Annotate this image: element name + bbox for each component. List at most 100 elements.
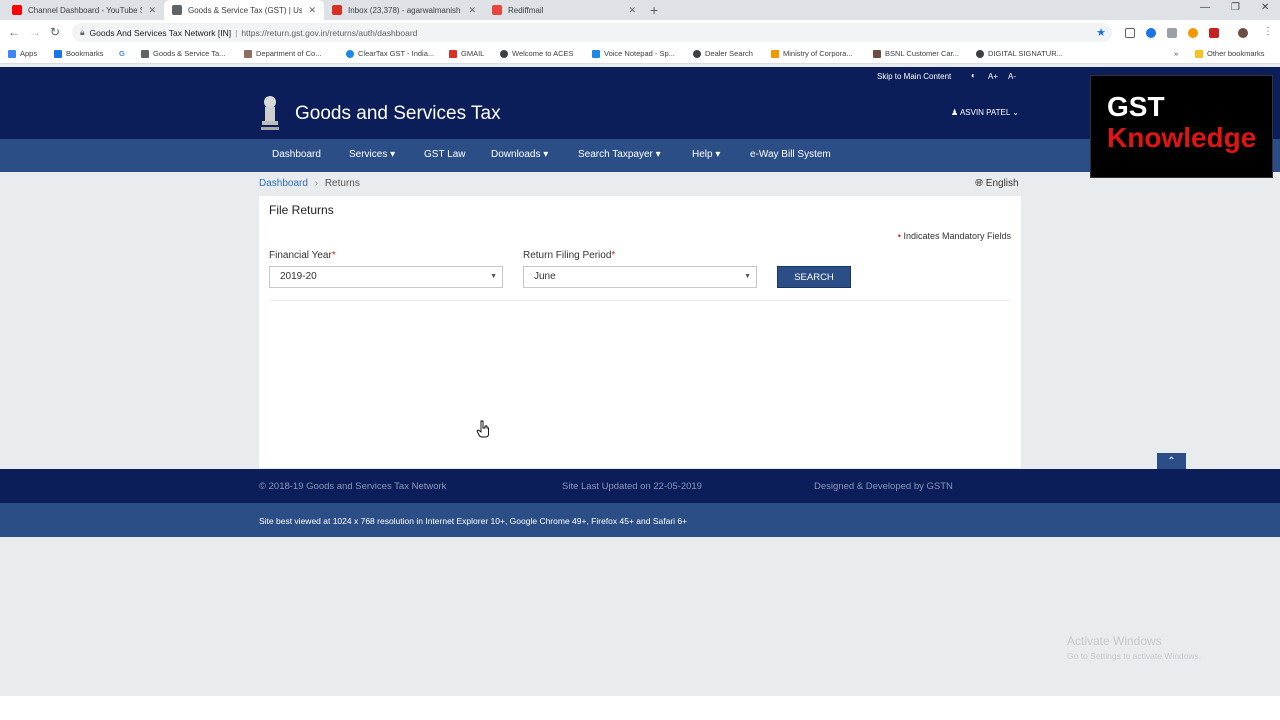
bsnl-icon bbox=[873, 49, 881, 58]
file-returns-panel: File Returns • Indicates Mandatory Field… bbox=[259, 196, 1021, 468]
nav-search-taxpayer[interactable]: Search Taxpayer ▾ bbox=[578, 149, 661, 160]
folder-icon bbox=[1195, 49, 1203, 58]
financial-year-select[interactable]: 2019-20 ▼ bbox=[269, 266, 503, 288]
back-arrow-icon[interactable]: ← bbox=[8, 25, 20, 39]
globe-icon: 🌐︎ bbox=[975, 178, 983, 189]
star-bookmark-icon[interactable]: ★ bbox=[1096, 26, 1106, 39]
browser-tab-rediff[interactable]: Rediffmail ✕ bbox=[484, 0, 644, 20]
bookmarks-bar: Apps Bookmarks G Goods & Service Ta... D… bbox=[0, 45, 1280, 64]
globe-icon bbox=[693, 49, 701, 58]
caret-down-icon: ▼ bbox=[744, 273, 751, 280]
other-bookmarks[interactable]: Other bookmarks bbox=[1195, 49, 1265, 58]
font-decrease-button[interactable]: A- bbox=[1008, 72, 1016, 81]
emblem-icon bbox=[771, 49, 779, 58]
bookmark-bsnl[interactable]: BSNL Customer Car... bbox=[873, 49, 959, 58]
bookmark-voice-notepad[interactable]: Voice Notepad - Sp... bbox=[592, 49, 675, 58]
search-button[interactable]: SEARCH bbox=[777, 266, 851, 288]
chevron-up-icon: ⌃ bbox=[1167, 456, 1176, 467]
site-title: Goods and Services Tax bbox=[295, 103, 501, 124]
extension-icon[interactable] bbox=[1209, 28, 1219, 38]
bottom-edge bbox=[0, 696, 1280, 720]
user-menu-button[interactable]: ♟ ASVIN PATEL ⌄ bbox=[951, 108, 1019, 117]
bookmark-digital-signature[interactable]: DIGITAL SIGNATUR... bbox=[976, 49, 1063, 58]
contrast-toggle-icon[interactable]: ◐ bbox=[971, 71, 976, 80]
browser-tab-gmail[interactable]: Inbox (23,378) - agarwalmanish ✕ bbox=[324, 0, 484, 20]
nav-downloads[interactable]: Downloads ▾ bbox=[491, 149, 548, 160]
close-tab-icon[interactable]: ✕ bbox=[148, 5, 156, 16]
back-to-top-button[interactable]: ⌃ bbox=[1157, 453, 1186, 470]
skip-to-main-link[interactable]: Skip to Main Content bbox=[877, 72, 951, 81]
language-selector[interactable]: 🌐︎ English bbox=[975, 178, 1019, 189]
minimize-icon[interactable]: — bbox=[1200, 2, 1210, 13]
star-icon bbox=[54, 49, 62, 58]
mandatory-note: • Indicates Mandatory Fields bbox=[897, 231, 1011, 241]
main-navigation: Dashboard Services ▾ GST Law Downloads ▾… bbox=[0, 139, 1280, 172]
bookmark-google[interactable]: G bbox=[119, 49, 125, 58]
extension-icon[interactable] bbox=[1167, 28, 1177, 38]
breadcrumb-current: Returns bbox=[324, 178, 360, 189]
divider bbox=[269, 300, 1011, 301]
caret-down-icon: ▾ bbox=[655, 149, 661, 160]
chevron-down-icon: ⌄ bbox=[1012, 108, 1019, 117]
nav-gst-law[interactable]: GST Law bbox=[424, 149, 466, 160]
bookmark-cleartax[interactable]: ClearTax GST - India... bbox=[346, 49, 434, 58]
bookmark-department[interactable]: Department of Co... bbox=[244, 49, 321, 58]
new-tab-button[interactable]: + bbox=[650, 2, 658, 18]
bookmark-gmail[interactable]: GMAIL bbox=[449, 49, 484, 58]
accessibility-strip: Skip to Main Content ◐ A+ A- bbox=[0, 67, 1280, 87]
gst-favicon-icon bbox=[172, 5, 182, 15]
return-period-select[interactable]: June ▼ bbox=[523, 266, 757, 288]
lock-icon: 🔒︎ bbox=[80, 27, 85, 37]
close-tab-icon[interactable]: ✕ bbox=[468, 5, 476, 16]
footer-copyright: © 2018-19 Goods and Services Tax Network bbox=[259, 481, 447, 492]
globe-icon bbox=[976, 49, 984, 58]
best-viewed-note: Site best viewed at 1024 x 768 resolutio… bbox=[259, 516, 688, 526]
return-period-label: Return Filing Period* bbox=[523, 250, 616, 261]
bookmark-apps[interactable]: Apps bbox=[8, 49, 37, 58]
nav-eway-bill[interactable]: e-Way Bill System bbox=[750, 149, 831, 160]
browser-toolbar: ← → ↻ 🔒︎ Goods And Services Tax Network … bbox=[0, 20, 1280, 45]
browser-tab-youtube[interactable]: Channel Dashboard - YouTube St ✕ bbox=[4, 0, 164, 20]
more-bookmarks-button[interactable]: » bbox=[1174, 49, 1178, 58]
site-header: Goods and Services Tax ♟ ASVIN PATEL ⌄ bbox=[0, 87, 1280, 139]
emblem-icon bbox=[244, 49, 252, 58]
menu-kebab-icon[interactable]: ⋮ bbox=[1263, 26, 1273, 37]
gst-favicon-icon bbox=[141, 49, 149, 58]
forward-arrow-icon[interactable]: → bbox=[29, 25, 41, 39]
caret-down-icon: ▾ bbox=[715, 149, 721, 160]
close-tab-icon[interactable]: ✕ bbox=[308, 5, 316, 16]
close-tab-icon[interactable]: ✕ bbox=[628, 5, 636, 16]
youtube-icon bbox=[12, 5, 22, 15]
extension-icon[interactable] bbox=[1188, 28, 1198, 38]
bookmark-bookmarks[interactable]: Bookmarks bbox=[54, 49, 104, 58]
profile-avatar-icon[interactable] bbox=[1238, 28, 1248, 38]
address-bar[interactable]: 🔒︎ Goods And Services Tax Network [IN] |… bbox=[72, 23, 1112, 42]
user-icon: ♟ bbox=[951, 108, 959, 117]
bookmark-dealer-search[interactable]: Dealer Search bbox=[693, 49, 753, 58]
bookmark-ministry[interactable]: Ministry of Corpora... bbox=[771, 49, 853, 58]
bookmark-gst[interactable]: Goods & Service Ta... bbox=[141, 49, 225, 58]
hand-cursor-icon bbox=[476, 420, 489, 438]
restore-icon[interactable]: ❐ bbox=[1231, 2, 1240, 13]
close-window-icon[interactable]: ✕ bbox=[1261, 2, 1269, 13]
nav-services[interactable]: Services ▾ bbox=[349, 149, 395, 160]
gmail-icon bbox=[332, 5, 342, 15]
breadcrumb-dashboard-link[interactable]: Dashboard bbox=[259, 178, 308, 189]
reload-icon[interactable]: ↻ bbox=[50, 25, 60, 39]
caret-down-icon: ▾ bbox=[543, 149, 549, 160]
activate-windows-watermark: Activate Windows Go to Settings to activ… bbox=[1067, 634, 1202, 661]
nav-dashboard[interactable]: Dashboard bbox=[272, 149, 321, 160]
caret-down-icon: ▾ bbox=[390, 149, 396, 160]
footer-designed-by: Designed & Developed by GSTN bbox=[814, 481, 953, 492]
extension-icon[interactable] bbox=[1125, 28, 1135, 38]
gmail-icon bbox=[449, 49, 457, 58]
globe-icon bbox=[500, 49, 508, 58]
nav-help[interactable]: Help ▾ bbox=[692, 149, 720, 160]
caret-down-icon: ▼ bbox=[490, 273, 497, 280]
extension-icon[interactable] bbox=[1146, 28, 1156, 38]
browser-tab-gst[interactable]: Goods & Service Tax (GST) | User ✕ bbox=[164, 0, 324, 20]
breadcrumb: Dashboard › Returns bbox=[259, 178, 360, 189]
bookmark-aces[interactable]: Welcome to ACES bbox=[500, 49, 574, 58]
font-increase-button[interactable]: A+ bbox=[988, 72, 998, 81]
financial-year-label: Financial Year* bbox=[269, 250, 336, 261]
